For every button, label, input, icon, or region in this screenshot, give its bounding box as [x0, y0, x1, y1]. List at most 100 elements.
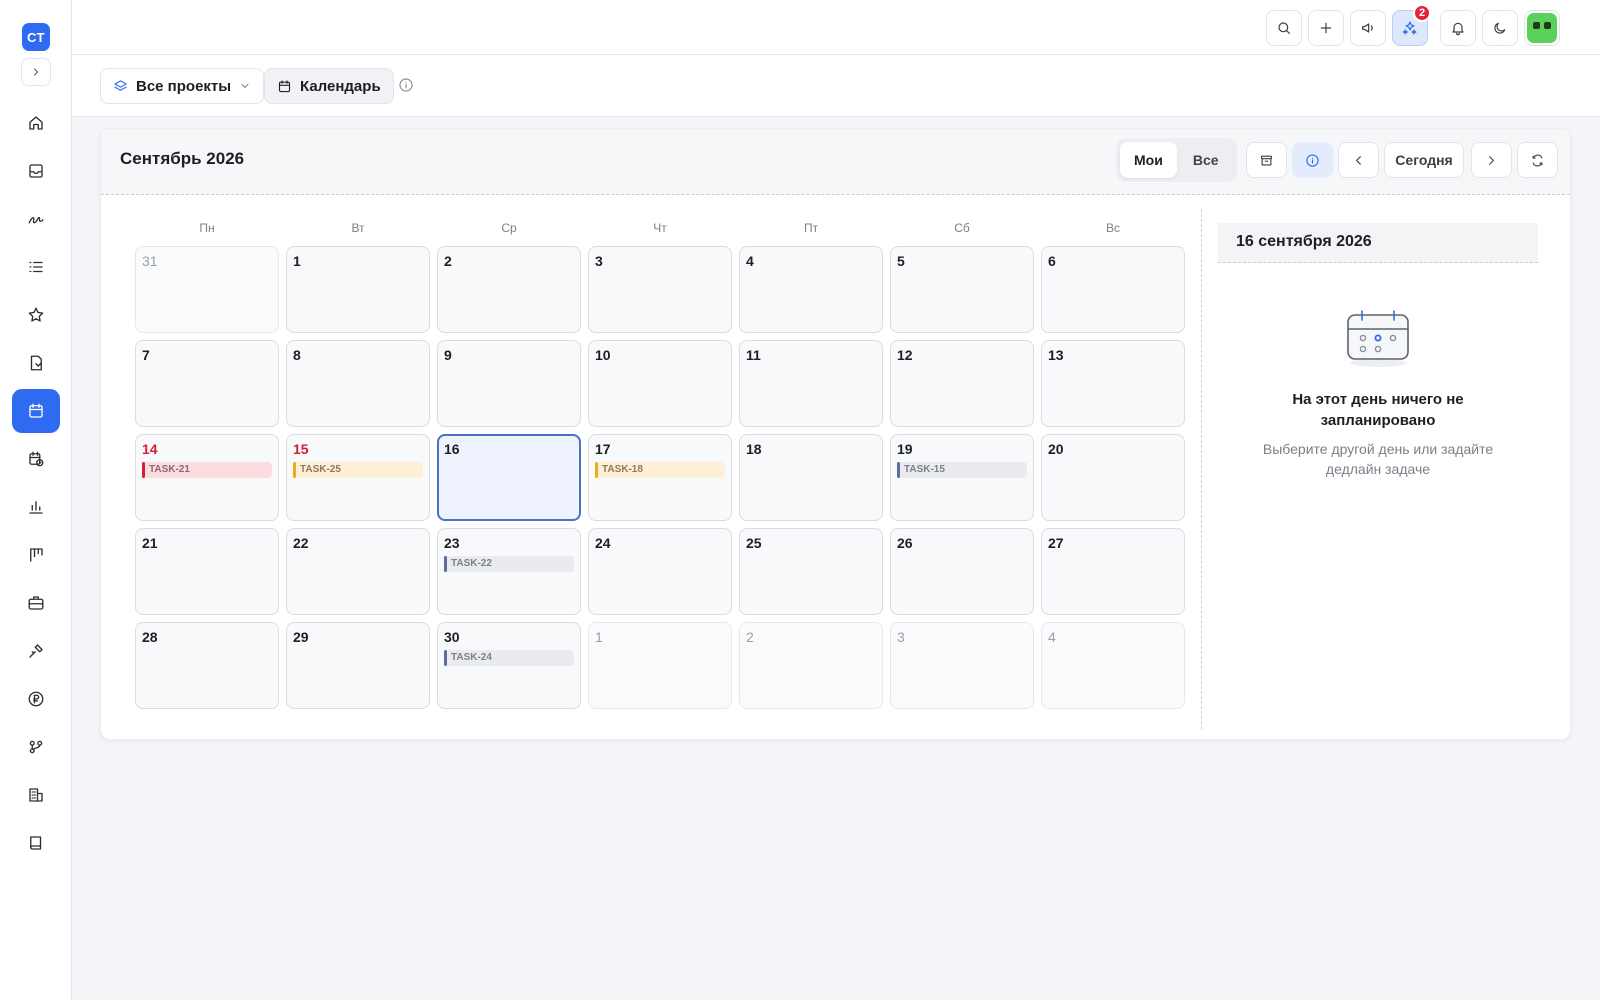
workspace-logo[interactable]: СТ: [22, 23, 50, 51]
day-cell[interactable]: 7: [135, 340, 279, 427]
day-cell[interactable]: 23 TASK-22: [437, 528, 581, 615]
weekday-label: Ср: [501, 221, 517, 235]
day-cell[interactable]: 1: [588, 622, 732, 709]
task-chip[interactable]: TASK-18: [595, 462, 725, 478]
ai-assistant-button[interactable]: 2: [1392, 4, 1431, 46]
scope-all-button[interactable]: Все: [1179, 142, 1233, 178]
day-cell[interactable]: 21: [135, 528, 279, 615]
sidebar-item-list[interactable]: [12, 245, 60, 289]
day-cell-selected[interactable]: 16: [437, 434, 581, 521]
sidebar-item-portfolio[interactable]: [12, 581, 60, 625]
day-cell[interactable]: 22: [286, 528, 430, 615]
day-cell[interactable]: 5: [890, 246, 1034, 333]
day-cell[interactable]: 15 TASK-25: [286, 434, 430, 521]
day-cell[interactable]: 27: [1041, 528, 1185, 615]
day-cell[interactable]: 4: [1041, 622, 1185, 709]
sidebar-item-tools[interactable]: [12, 629, 60, 673]
day-cell[interactable]: 30 TASK-24: [437, 622, 581, 709]
day-number: 1: [293, 253, 301, 269]
day-cell[interactable]: 29: [286, 622, 430, 709]
day-cell[interactable]: 31: [135, 246, 279, 333]
day-cell[interactable]: 9: [437, 340, 581, 427]
task-chip[interactable]: TASK-24: [444, 650, 574, 666]
announcements-button[interactable]: [1350, 10, 1386, 46]
day-cell[interactable]: 19 TASK-15: [890, 434, 1034, 521]
day-number: 24: [595, 535, 611, 551]
search-button[interactable]: [1266, 10, 1302, 46]
task-chip[interactable]: TASK-15: [897, 462, 1027, 478]
day-cell[interactable]: 2: [739, 622, 883, 709]
expand-sidebar-button[interactable]: [21, 58, 51, 86]
day-cell[interactable]: 24: [588, 528, 732, 615]
day-cell[interactable]: 11: [739, 340, 883, 427]
day-cell[interactable]: 1: [286, 246, 430, 333]
info-icon[interactable]: [398, 77, 414, 93]
projects-dropdown[interactable]: Все проекты: [100, 68, 265, 104]
day-number: 4: [1048, 629, 1056, 645]
day-cell[interactable]: 18: [739, 434, 883, 521]
sidebar-item-boards[interactable]: [12, 533, 60, 577]
sidebar-item-home[interactable]: [12, 101, 60, 145]
calendar-view-button[interactable]: Календарь: [264, 68, 394, 104]
sidebar-item-inbox[interactable]: [12, 149, 60, 193]
chart-icon: [29, 501, 43, 514]
refresh-icon: [1532, 154, 1543, 166]
day-cell[interactable]: 4: [739, 246, 883, 333]
today-button[interactable]: Сегодня: [1384, 142, 1464, 178]
next-month-button[interactable]: [1471, 142, 1512, 178]
sidebar-item-knowledge-base[interactable]: [12, 821, 60, 865]
notifications-button[interactable]: [1440, 10, 1476, 46]
day-cell[interactable]: 13: [1041, 340, 1185, 427]
notification-badge: 2: [1413, 4, 1431, 22]
day-cell[interactable]: 8: [286, 340, 430, 427]
bell-icon: [1452, 22, 1464, 36]
day-number: 9: [444, 347, 452, 363]
day-number: 11: [746, 347, 761, 363]
task-chip[interactable]: TASK-21: [142, 462, 272, 478]
previous-month-button[interactable]: [1338, 142, 1379, 178]
weekday-label: Вт: [351, 221, 365, 235]
sidebar-item-finance[interactable]: [12, 677, 60, 721]
calendar-view-label: Календарь: [300, 77, 381, 95]
plus-icon: [1320, 22, 1332, 34]
day-number: 10: [595, 347, 611, 363]
day-cell[interactable]: 14 TASK-21: [135, 434, 279, 521]
day-number: 16: [444, 441, 460, 457]
sidebar-item-documents[interactable]: [12, 341, 60, 385]
day-number: 17: [595, 441, 611, 457]
selected-day-date: 16 сентября 2026: [1236, 233, 1372, 250]
archive-icon: [1260, 155, 1273, 165]
info-button[interactable]: [1292, 142, 1333, 178]
refresh-button[interactable]: [1517, 142, 1558, 178]
sidebar-item-calendar[interactable]: [12, 389, 60, 433]
task-chip[interactable]: TASK-25: [293, 462, 423, 478]
sidebar-item-signature[interactable]: [12, 197, 60, 241]
sidebar-item-analytics[interactable]: [12, 485, 60, 529]
sidebar-item-repositories[interactable]: [12, 725, 60, 769]
scope-mine-button[interactable]: Мои: [1120, 142, 1177, 178]
day-cell[interactable]: 26: [890, 528, 1034, 615]
day-cell[interactable]: 3: [588, 246, 732, 333]
theme-toggle-button[interactable]: [1482, 10, 1518, 46]
day-cell[interactable]: 17 TASK-18: [588, 434, 732, 521]
day-cell[interactable]: 3: [890, 622, 1034, 709]
day-cell[interactable]: 2: [437, 246, 581, 333]
day-cell[interactable]: 28: [135, 622, 279, 709]
day-cell[interactable]: 10: [588, 340, 732, 427]
day-number: 6: [1048, 253, 1056, 269]
day-cell[interactable]: 6: [1041, 246, 1185, 333]
sparkles-icon: [1402, 21, 1417, 35]
task-chip[interactable]: TASK-22: [444, 556, 574, 572]
day-cell[interactable]: 25: [739, 528, 883, 615]
create-button[interactable]: [1308, 10, 1344, 46]
sidebar-item-company[interactable]: [12, 773, 60, 817]
megaphone-icon: [1362, 23, 1373, 33]
day-cell[interactable]: 12: [890, 340, 1034, 427]
archive-button[interactable]: [1246, 142, 1287, 178]
sidebar-nav: [12, 101, 60, 869]
day-cell[interactable]: 20: [1041, 434, 1185, 521]
sidebar-item-favorites[interactable]: [12, 293, 60, 337]
sidebar-item-schedule[interactable]: [12, 437, 60, 481]
profile-button[interactable]: [1524, 10, 1560, 46]
search-icon: [1278, 22, 1290, 34]
